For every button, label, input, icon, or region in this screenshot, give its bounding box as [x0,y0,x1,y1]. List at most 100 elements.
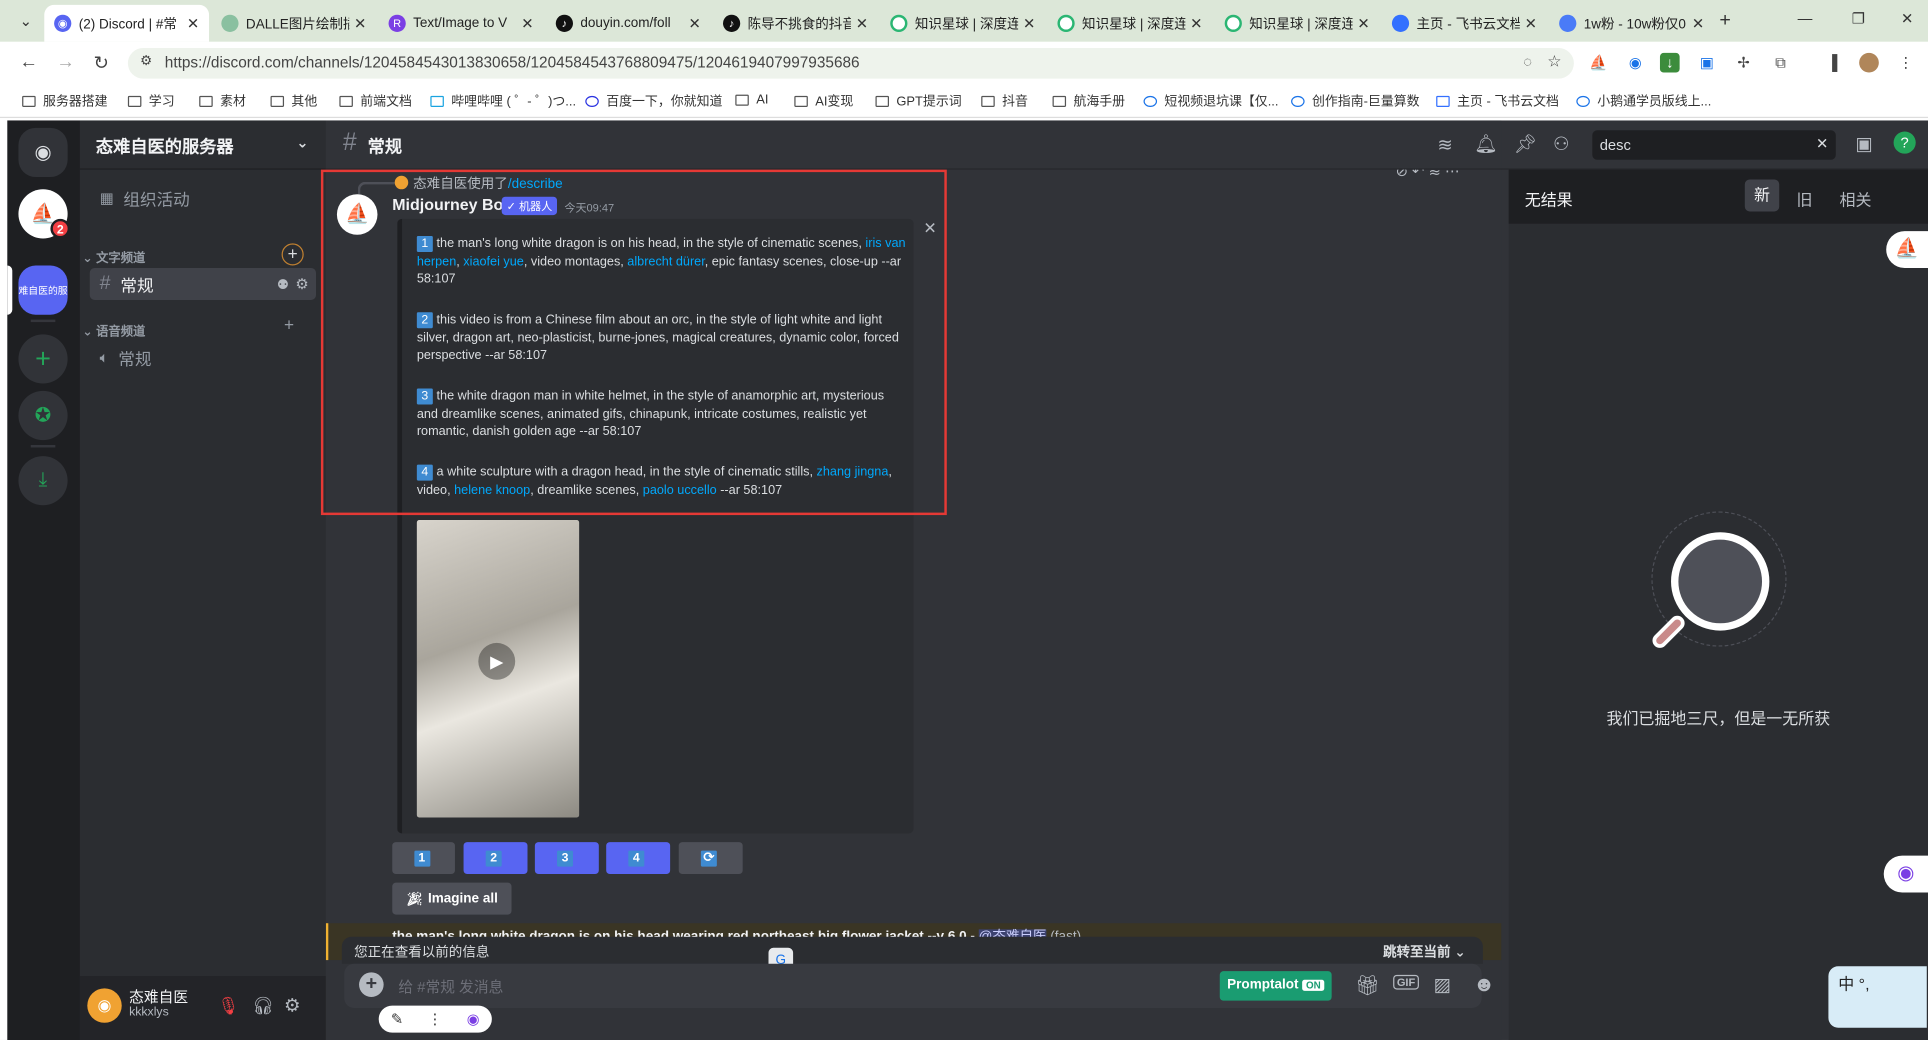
assistant-widget-icon[interactable]: ◉ [1883,855,1928,893]
describe-button-4[interactable]: 4 [606,842,671,875]
help-icon[interactable]: ? [1893,131,1916,154]
upload-plus-icon[interactable]: + [359,972,384,997]
discord-home-icon[interactable]: ◉ [18,127,68,178]
close-tab-icon[interactable]: ✕ [354,15,366,32]
bookmark-item[interactable]: AI变现 [794,92,853,110]
browser-tab[interactable]: ♪ 陈导不挑食的抖音 ✕ [713,5,878,42]
voice-channel-general[interactable]: 🔈︎ 常规 [90,342,316,374]
bookmark-item[interactable]: 短视频退坑课【仅... [1143,92,1278,110]
browser-tab[interactable]: 1w粉 - 10w粉仅0 ✕ [1549,5,1714,42]
close-tab-icon[interactable]: ✕ [1525,15,1537,32]
emoji-icon[interactable]: ☻ [1473,972,1495,997]
assistant-icon[interactable]: ◉ [467,1010,480,1027]
create-channel-icon[interactable]: + [281,243,304,266]
close-tab-icon[interactable]: ✕ [1023,15,1035,32]
message-actions[interactable]: ⊘ ↶ ≋ ⋯ [1396,170,1460,180]
close-tab-icon[interactable]: ✕ [187,15,199,32]
close-tab-icon[interactable]: ✕ [521,15,533,32]
browser-tab[interactable]: R Text/Image to V ✕ [379,5,544,42]
extension-icon[interactable]: ⛵ [1589,53,1609,73]
bookmark-item[interactable]: 前端文档 [339,92,412,110]
events-item[interactable]: ▦ 组织活动 [90,182,316,214]
imagine-all-button[interactable]: 🎉︎ Imagine all [392,882,512,915]
user-settings-icon[interactable]: ⚙ [284,995,301,1017]
bookmark-item[interactable]: 其他 [270,92,317,110]
close-tab-icon[interactable]: ✕ [688,15,700,32]
close-tab-icon[interactable]: ✕ [1190,15,1202,32]
gift-icon[interactable]: 🎁︎ [1355,974,1380,999]
eye-off-icon[interactable]: ◌ [1523,53,1532,70]
explore-icon[interactable]: ✪ [18,390,68,441]
category-voice[interactable]: ⌄ 语音频道 [82,321,145,340]
bookmark-item[interactable]: 素材 [199,92,246,110]
channel-general[interactable]: # 常规 ⚉ ⚙ [89,267,317,300]
extension-icon[interactable]: ▣ [1697,53,1717,73]
sticker-icon[interactable]: ▨ [1434,974,1451,996]
restore-icon[interactable]: ❐ [1852,10,1865,27]
search-input[interactable]: desc ✕ [1592,130,1836,160]
preview-image[interactable]: ▶ [416,519,580,818]
describe-button-3[interactable]: 3 [534,842,599,875]
browser-tab[interactable]: 知识星球 | 深度连 ✕ [880,5,1045,42]
jump-to-present[interactable]: 跳转至当前 ⌄ [1383,942,1466,962]
bookmark-item[interactable]: 航海手册 [1052,92,1125,110]
inbox-icon[interactable]: ▣ [1855,133,1872,155]
describe-button-2[interactable]: 2 [463,842,528,875]
extension-icon[interactable]: ↓ [1659,52,1680,73]
bookmark-item[interactable]: AI [735,92,768,107]
bookmark-item[interactable]: GPT提示词 [875,92,962,110]
extension-icon[interactable]: ◉ [1626,53,1646,73]
bookmark-item[interactable]: 学习 [127,92,175,110]
bell-icon[interactable]: 🔔︎ [1474,133,1497,155]
browser-tab[interactable]: ♪ douyin.com/foll ✕ [546,5,711,42]
bookmark-item[interactable]: 哔哩哔哩 ( ゜- ゜)つ... [430,92,576,110]
menu-dots-icon[interactable]: ⋮ [1896,53,1916,73]
pin-icon[interactable]: 📌︎ [1514,133,1537,155]
profile-avatar[interactable] [1859,52,1879,73]
play-icon[interactable]: ▶ [478,642,516,680]
extensions-puzzle-icon[interactable]: ⧉ [1771,53,1791,73]
close-tab-icon[interactable]: ✕ [1692,15,1704,32]
mute-mic-icon[interactable]: 🎙︎ [218,996,240,1017]
bookmark-item[interactable]: 小鹅通学员版线上... [1576,92,1711,110]
promptalot-button[interactable]: Promptalot ON [1219,971,1332,1001]
bookmark-item[interactable]: 主页 - 飞书云文档 [1436,92,1559,110]
server-header[interactable]: 态难自医的服务器 ⌄ [79,120,326,170]
bookmark-item[interactable]: 抖音 [981,92,1028,110]
sort-old-tab[interactable]: 旧 [1796,187,1812,210]
pen-icon[interactable]: ✎ [391,1010,403,1027]
sort-relevant-tab[interactable]: 相关 [1839,187,1871,210]
bookmark-item[interactable]: 创作指南-巨量算数 [1291,92,1420,110]
headphones-icon[interactable]: 🎧︎ [252,996,274,1017]
address-bar[interactable]: ⚙ https://discord.com/channels/120458454… [127,47,1574,79]
minimize-icon[interactable]: — [1798,10,1813,27]
bookmark-item[interactable]: 服务器搭建 [22,92,108,110]
site-info-icon[interactable]: ⚙ [140,53,152,69]
message-composer[interactable]: + 给 #常规 发消息 Promptalot ON 🎁︎ GIF ▨ ☻ [344,963,1495,1009]
back-icon[interactable]: ← [20,52,38,73]
ime-widget-icon[interactable]: 中 °, [1828,966,1927,1028]
invite-icon[interactable]: ⚉ [277,276,289,292]
browser-tab[interactable]: ◉ (2) Discord | #常 ✕ [44,4,210,42]
download-icon[interactable]: ⤓ [18,456,68,506]
gif-icon[interactable]: GIF [1393,974,1419,990]
bookmark-star-icon[interactable]: ☆ [1547,52,1561,72]
reroll-button[interactable]: ⟳ [678,842,743,875]
more-icon[interactable]: ⋮ [428,1010,443,1027]
user-avatar[interactable]: ◉ [87,988,122,1023]
settings-gear-icon[interactable]: ⚙ [295,275,308,292]
browser-tab[interactable]: 主页 - 飞书云文档 ✕ [1382,5,1547,42]
threads-icon[interactable]: ≋ [1437,134,1452,156]
side-panel-icon[interactable]: ▐ [1822,53,1842,73]
browser-tab[interactable]: DALLE图片绘制插 ✕ [211,5,376,42]
browser-tab[interactable]: 知识星球 | 深度连 ✕ [1048,5,1213,42]
add-server-icon[interactable]: + [18,334,68,384]
members-icon[interactable]: ⚇ [1553,133,1570,155]
browser-tab[interactable]: 知识星球 | 深度连 ✕ [1215,5,1380,42]
category-text[interactable]: ⌄ 文字频道 [82,247,145,266]
forward-icon[interactable]: → [57,52,75,73]
create-voice-channel-icon[interactable]: + [284,315,294,335]
extension-icon[interactable]: ✢ [1734,53,1754,73]
close-tab-icon[interactable]: ✕ [856,15,868,32]
reload-icon[interactable]: ↻ [93,52,108,74]
